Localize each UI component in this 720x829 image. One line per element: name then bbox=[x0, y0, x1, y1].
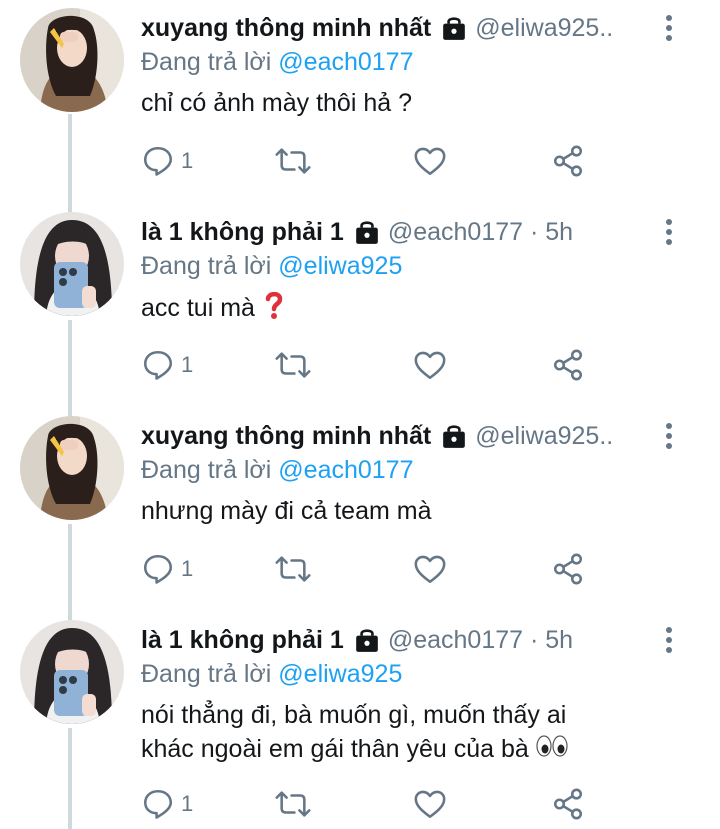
tweet-text-content: nói thẳng đi, bà muốn gì, muốn thấy ai k… bbox=[141, 701, 567, 763]
tweet-text: acc tui mà bbox=[141, 290, 680, 329]
mention-link[interactable]: @each0177 bbox=[278, 456, 413, 484]
girl-sweater-avatar-image bbox=[20, 416, 124, 520]
share-button[interactable] bbox=[551, 141, 585, 181]
lock-icon bbox=[443, 17, 466, 40]
retweet-icon bbox=[275, 148, 311, 174]
tweet-actions: 1 bbox=[141, 549, 591, 589]
reply-count: 1 bbox=[181, 791, 194, 816]
girl-phone-avatar-image bbox=[20, 212, 124, 316]
retweet-icon bbox=[275, 556, 311, 582]
lock-icon bbox=[355, 221, 378, 244]
tweet-text-content: acc tui mà bbox=[141, 294, 255, 323]
tweet[interactable]: xuyang thông minh nhất @eliwa925.. Đang … bbox=[0, 0, 720, 204]
replying-to: Đang trả lời @each0177 bbox=[141, 454, 680, 486]
share-button[interactable] bbox=[551, 549, 585, 589]
retweet-button[interactable] bbox=[274, 141, 312, 181]
mention-link[interactable]: @eliwa925 bbox=[278, 660, 402, 688]
avatar[interactable] bbox=[20, 8, 124, 112]
tweet-header: xuyang thông minh nhất @eliwa925.. bbox=[141, 10, 680, 46]
tweet-header: là 1 không phải 1 @each0177 · 5h bbox=[141, 622, 680, 658]
like-button[interactable] bbox=[413, 345, 447, 385]
like-icon bbox=[414, 790, 446, 819]
avatar[interactable] bbox=[20, 416, 124, 520]
retweet-button[interactable] bbox=[274, 784, 312, 824]
retweet-button[interactable] bbox=[274, 549, 312, 589]
like-button[interactable] bbox=[413, 549, 447, 589]
mention-link[interactable]: @each0177 bbox=[278, 48, 413, 76]
tweet-text: chỉ có ảnh mày thôi hả ? bbox=[141, 89, 412, 117]
replying-prefix: Đang trả lời bbox=[141, 252, 279, 280]
display-name[interactable]: xuyang thông minh nhất bbox=[141, 14, 431, 43]
retweet-button[interactable] bbox=[274, 345, 312, 385]
mention-link[interactable]: @eliwa925 bbox=[278, 252, 402, 280]
share-button[interactable] bbox=[551, 784, 585, 824]
share-icon bbox=[553, 349, 583, 381]
tweet-actions: 1 bbox=[141, 141, 591, 181]
tweet-text: nhưng mày đi cả team mà bbox=[141, 497, 432, 525]
replying-to: Đang trả lời @eliwa925 bbox=[141, 658, 680, 690]
tweet[interactable]: là 1 không phải 1 @each0177 · 5h Đang tr… bbox=[0, 612, 720, 829]
reply-button[interactable]: 1 bbox=[141, 141, 193, 181]
reply-button[interactable]: 1 bbox=[141, 345, 193, 385]
reply-count: 1 bbox=[181, 352, 194, 377]
display-name[interactable]: xuyang thông minh nhất bbox=[141, 422, 431, 451]
handle[interactable]: @each0177 · 5h bbox=[388, 626, 573, 655]
tweet-header: là 1 không phải 1 @each0177 · 5h bbox=[141, 214, 680, 250]
tweet[interactable]: là 1 không phải 1 @each0177 · 5h Đang tr… bbox=[0, 204, 720, 408]
eyes-emoji-image bbox=[536, 735, 568, 757]
like-button[interactable] bbox=[413, 141, 447, 181]
tweet-text: nói thẳng đi, bà muốn gì, muốn thấy ai k… bbox=[141, 698, 680, 767]
tweet[interactable]: xuyang thông minh nhất @eliwa925.. Đang … bbox=[0, 408, 720, 612]
avatar[interactable] bbox=[20, 212, 124, 316]
reply-count: 1 bbox=[181, 556, 194, 581]
red-question-mark-emoji bbox=[262, 290, 286, 329]
reply-button[interactable]: 1 bbox=[141, 784, 193, 824]
more-vertical-icon[interactable] bbox=[664, 218, 674, 246]
more-vertical-icon[interactable] bbox=[664, 422, 674, 450]
retweet-icon bbox=[275, 791, 311, 817]
handle[interactable]: @eliwa925.. bbox=[475, 422, 613, 451]
retweet-icon bbox=[275, 352, 311, 378]
eyes-emoji bbox=[536, 733, 568, 767]
like-icon bbox=[414, 351, 446, 380]
like-button[interactable] bbox=[413, 784, 447, 824]
girl-phone-avatar-image bbox=[20, 620, 124, 724]
tweet-actions: 1 bbox=[141, 345, 591, 385]
handle[interactable]: @each0177 · 5h bbox=[388, 218, 573, 247]
like-icon bbox=[414, 147, 446, 176]
share-icon bbox=[553, 788, 583, 820]
display-name[interactable]: là 1 không phải 1 bbox=[141, 626, 344, 655]
reply-button[interactable]: 1 bbox=[141, 549, 193, 589]
girl-sweater-avatar-image bbox=[20, 8, 124, 112]
reply-icon bbox=[143, 350, 173, 380]
tweet-actions: 1 bbox=[141, 784, 591, 824]
replying-prefix: Đang trả lời bbox=[141, 48, 279, 76]
share-icon bbox=[553, 553, 583, 585]
reply-icon bbox=[143, 146, 173, 176]
reply-icon bbox=[143, 554, 173, 584]
avatar[interactable] bbox=[20, 620, 124, 724]
red-question-mark-emoji-image bbox=[265, 291, 283, 319]
like-icon bbox=[414, 555, 446, 584]
replying-prefix: Đang trả lời bbox=[141, 660, 279, 688]
display-name[interactable]: là 1 không phải 1 bbox=[141, 218, 344, 247]
handle[interactable]: @eliwa925.. bbox=[475, 14, 613, 43]
more-vertical-icon[interactable] bbox=[664, 626, 674, 654]
replying-to: Đang trả lời @eliwa925 bbox=[141, 250, 680, 282]
replying-prefix: Đang trả lời bbox=[141, 456, 279, 484]
tweet-header: xuyang thông minh nhất @eliwa925.. bbox=[141, 418, 680, 454]
lock-icon bbox=[443, 425, 466, 448]
lock-icon bbox=[355, 629, 378, 652]
replying-to: Đang trả lời @each0177 bbox=[141, 46, 680, 78]
share-icon bbox=[553, 145, 583, 177]
share-button[interactable] bbox=[551, 345, 585, 385]
more-vertical-icon[interactable] bbox=[664, 14, 674, 42]
reply-count: 1 bbox=[181, 148, 194, 173]
reply-icon bbox=[143, 789, 173, 819]
